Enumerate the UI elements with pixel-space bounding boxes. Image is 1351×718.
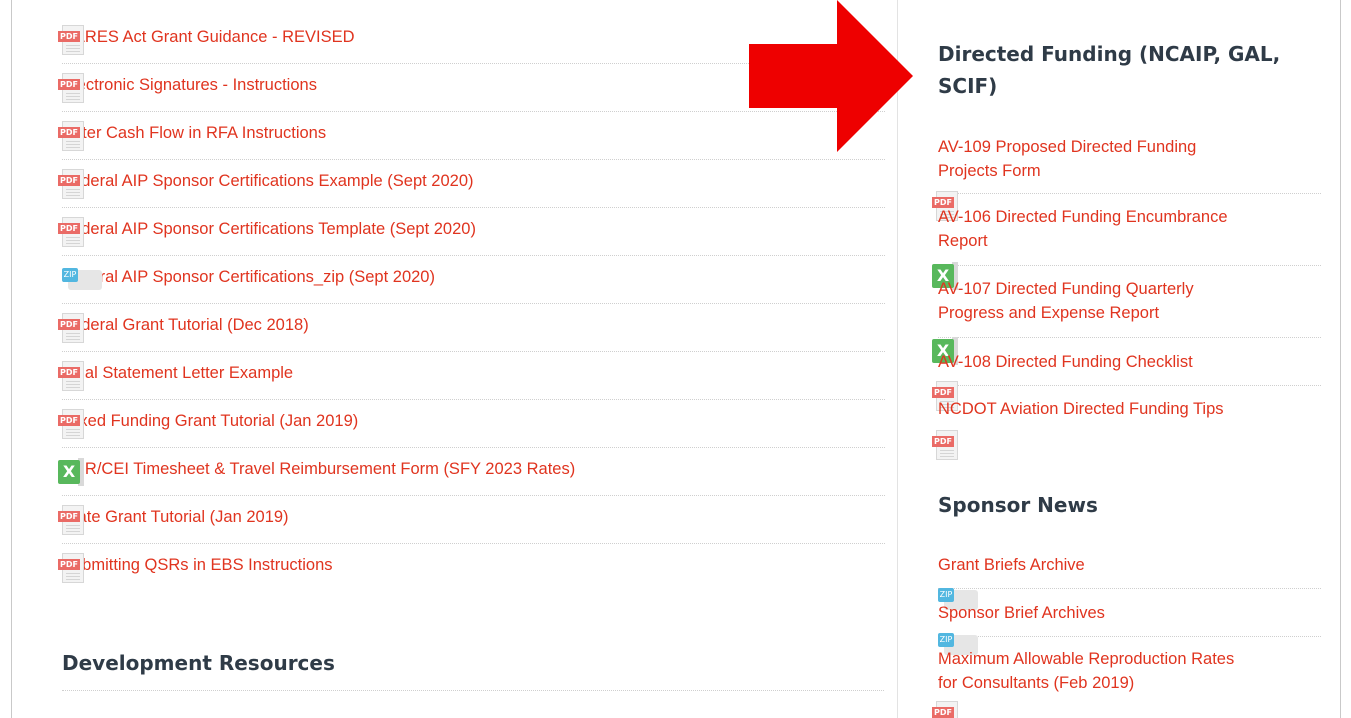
file-link[interactable]: Mixed Funding Grant Tutorial (Jan 2019) (62, 412, 358, 431)
file-link[interactable]: Federal AIP Sponsor Certifications Templ… (62, 220, 476, 239)
file-link[interactable]: Grant Briefs Archive (938, 553, 1258, 577)
sponsor-news-list: Grant Briefs Archive ZIP Sponsor Brief A… (932, 541, 1321, 718)
list-item: Submitting QSRs in EBS Instructions PDF (58, 544, 885, 592)
file-link[interactable]: Federal AIP Sponsor Certifications Examp… (62, 172, 474, 191)
file-link[interactable]: AV-108 Directed Funding Checklist (938, 350, 1258, 374)
file-link[interactable]: Federal AIP Sponsor Certifications_zip (… (62, 268, 435, 287)
file-link[interactable]: Submitting QSRs in EBS Instructions (62, 556, 333, 575)
pdf-icon[interactable]: PDF (58, 121, 84, 151)
right-sidebar: Directed Funding (NCAIP, GAL, SCIF) AV-1… (897, 0, 1341, 718)
pdf-icon[interactable]: PDF (58, 25, 84, 55)
file-link[interactable]: State Grant Tutorial (Jan 2019) (62, 508, 289, 527)
list-item: Federal AIP Sponsor Certifications Templ… (58, 208, 885, 256)
file-link[interactable]: AV-106 Directed Funding Encumbrance Repo… (938, 205, 1258, 253)
file-link[interactable]: RPR/CEI Timesheet & Travel Reimbursement… (62, 460, 575, 479)
list-item: State Grant Tutorial (Jan 2019) PDF (58, 496, 885, 544)
file-link[interactable]: Federal Grant Tutorial (Dec 2018) (62, 316, 309, 335)
file-link[interactable]: Sponsor Brief Archives (938, 601, 1258, 625)
development-resources-heading: Development Resources (62, 651, 335, 675)
list-item: AV-107 Directed Funding Quarterly Progre… (932, 266, 1321, 365)
file-link[interactable]: NCDOT Aviation Directed Funding Tips (938, 397, 1278, 421)
list-item: Mixed Funding Grant Tutorial (Jan 2019) … (58, 400, 885, 448)
pdf-icon[interactable]: PDF (58, 217, 84, 247)
sponsor-news-heading: Sponsor News (938, 493, 1098, 517)
file-link[interactable]: AV-109 Proposed Directed Funding Project… (938, 135, 1258, 183)
directed-funding-heading: Directed Funding (NCAIP, GAL, SCIF) (938, 42, 1281, 98)
pdf-icon[interactable]: PDF (58, 361, 84, 391)
list-item: Maximum Allowable Reproduction Rates for… (932, 637, 1321, 718)
file-link[interactable]: Final Statement Letter Example (62, 364, 293, 383)
file-link[interactable]: Enter Cash Flow in RFA Instructions (62, 124, 326, 143)
pdf-icon[interactable]: PDF (932, 430, 958, 460)
list-item: NCDOT Aviation Directed Funding Tips PDF (932, 386, 1321, 460)
pdf-icon[interactable]: PDF (58, 73, 84, 103)
list-item: Federal AIP Sponsor Certifications_zip (… (62, 256, 885, 304)
divider (62, 690, 884, 691)
directed-funding-list: AV-109 Proposed Directed Funding Project… (932, 128, 1321, 460)
list-item: AV-108 Directed Funding Checklist PDF (932, 338, 1321, 411)
pdf-icon[interactable]: PDF (932, 701, 958, 718)
excel-icon[interactable]: X (58, 457, 84, 487)
list-item: AV-106 Directed Funding Encumbrance Repo… (932, 194, 1321, 290)
red-arrow-annotation (749, 0, 913, 152)
list-item: Federal AIP Sponsor Certifications Examp… (58, 160, 885, 208)
list-item: Grant Briefs Archive ZIP (938, 541, 1321, 610)
file-link[interactable]: CARES Act Grant Guidance - REVISED (62, 28, 355, 47)
pdf-icon[interactable]: PDF (58, 409, 84, 439)
zip-icon[interactable]: ZIP (62, 268, 102, 290)
list-item: AV-109 Proposed Directed Funding Project… (932, 128, 1321, 221)
pdf-icon[interactable]: PDF (58, 313, 84, 343)
list-item: Federal Grant Tutorial (Dec 2018) PDF (58, 304, 885, 352)
list-item: RPR/CEI Timesheet & Travel Reimbursement… (58, 448, 885, 496)
pdf-icon[interactable]: PDF (58, 553, 84, 583)
list-item: Final Statement Letter Example PDF (58, 352, 885, 400)
file-link[interactable]: Maximum Allowable Reproduction Rates for… (938, 647, 1238, 695)
pdf-icon[interactable]: PDF (58, 169, 84, 199)
pdf-icon[interactable]: PDF (58, 505, 84, 535)
list-item: Sponsor Brief Archives ZIP (938, 589, 1321, 655)
file-link[interactable]: Electronic Signatures - Instructions (62, 76, 317, 95)
file-link[interactable]: AV-107 Directed Funding Quarterly Progre… (938, 277, 1258, 325)
